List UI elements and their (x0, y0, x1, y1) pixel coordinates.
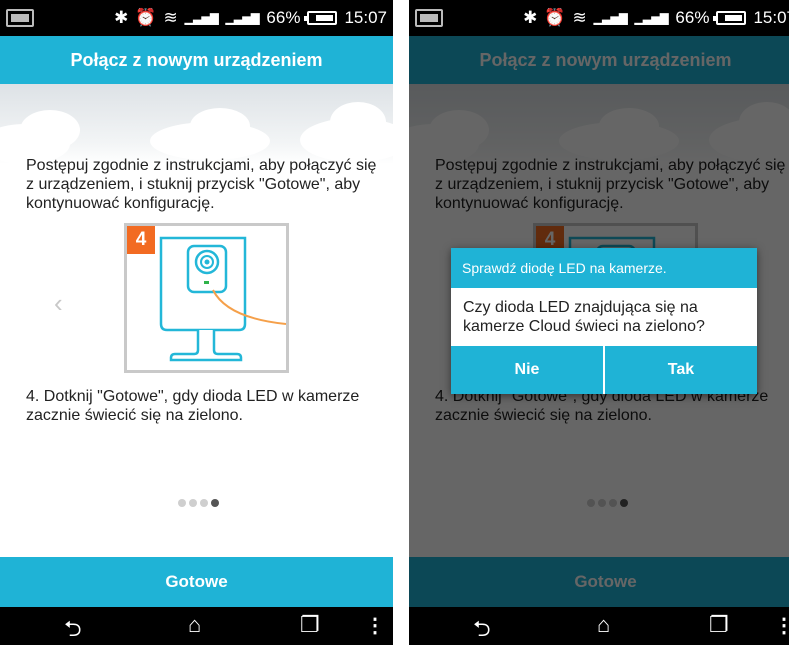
page-dot (200, 499, 208, 507)
more-options-icon[interactable]: ⋮ (365, 613, 385, 638)
screenshot-notification-icon (6, 9, 34, 27)
battery-icon (304, 11, 338, 25)
no-button[interactable]: Nie (451, 346, 605, 394)
clouds-background (0, 84, 393, 164)
done-button[interactable]: Gotowe (0, 557, 393, 607)
screenshot-notification-icon (415, 9, 443, 27)
instructions-text: Postępuj zgodnie z instrukcjami, aby poł… (26, 157, 377, 212)
clock: 15:07 (753, 8, 789, 27)
screenshot: ✱ ⏰ ≋ ▁▃▅▇ ▁▃▅▇ 66% 15:07 Połącz z nowym… (0, 0, 789, 645)
page-dot (189, 499, 197, 507)
recents-icon[interactable]: ❐ (300, 612, 320, 638)
wifi-icon: ≋ (572, 8, 587, 27)
battery-percent: 66% (675, 8, 710, 27)
alarm-icon: ⏰ (135, 8, 157, 27)
wifi-icon: ≋ (163, 8, 178, 27)
phone-screen-right: ✱ ⏰ ≋ ▁▃▅▇ ▁▃▅▇ 66% 15:07 Połącz z nowym… (409, 0, 789, 645)
dialog-message: Czy dioda LED znajdująca się na kamerze … (463, 299, 705, 335)
home-icon[interactable]: ⌂ (188, 612, 201, 638)
navigation-bar: ⮌ ⌂ ❐ ⋮ (409, 607, 789, 645)
signal-icon-2: ▁▃▅▇ (634, 12, 669, 25)
clock: 15:07 (344, 8, 387, 27)
back-icon[interactable]: ⮌ (64, 612, 82, 645)
page-dot (178, 499, 186, 507)
page-indicator (178, 499, 219, 507)
page-dot-active (211, 499, 219, 507)
back-icon[interactable]: ⮌ (473, 612, 491, 645)
led-check-dialog: Sprawdź diodę LED na kamerze. Czy dioda … (451, 248, 757, 394)
dialog-buttons: Nie Tak (451, 346, 757, 394)
bluetooth-icon: ✱ (114, 8, 129, 27)
phone-screen-left: ✱ ⏰ ≋ ▁▃▅▇ ▁▃▅▇ 66% 15:07 Połącz z nowym… (0, 0, 393, 645)
yes-button[interactable]: Tak (605, 346, 757, 394)
home-icon[interactable]: ⌂ (597, 612, 610, 638)
signal-icon-2: ▁▃▅▇ (225, 12, 260, 25)
camera-illustration: 4 (124, 223, 289, 373)
bluetooth-icon: ✱ (523, 8, 538, 27)
more-options-icon[interactable]: ⋮ (774, 613, 789, 638)
signal-icon: ▁▃▅▇ (593, 12, 628, 25)
status-bar: ✱ ⏰ ≋ ▁▃▅▇ ▁▃▅▇ 66% 15:07 (0, 0, 393, 36)
alarm-icon: ⏰ (544, 8, 566, 27)
step-text: 4. Dotknij "Gotowe", gdy dioda LED w kam… (26, 388, 360, 424)
battery-percent: 66% (266, 8, 301, 27)
recents-icon[interactable]: ❐ (709, 612, 729, 638)
step-number-badge: 4 (127, 226, 155, 254)
battery-icon (713, 11, 747, 25)
signal-icon: ▁▃▅▇ (184, 12, 219, 25)
prev-step-icon[interactable]: ‹ (54, 288, 63, 319)
navigation-bar: ⮌ ⌂ ❐ ⋮ (0, 607, 393, 645)
dialog-title: Sprawdź diodę LED na kamerze. (451, 248, 757, 288)
status-bar: ✱ ⏰ ≋ ▁▃▅▇ ▁▃▅▇ 66% 15:07 (409, 0, 789, 36)
page-title: Połącz z nowym urządzeniem (0, 36, 393, 84)
